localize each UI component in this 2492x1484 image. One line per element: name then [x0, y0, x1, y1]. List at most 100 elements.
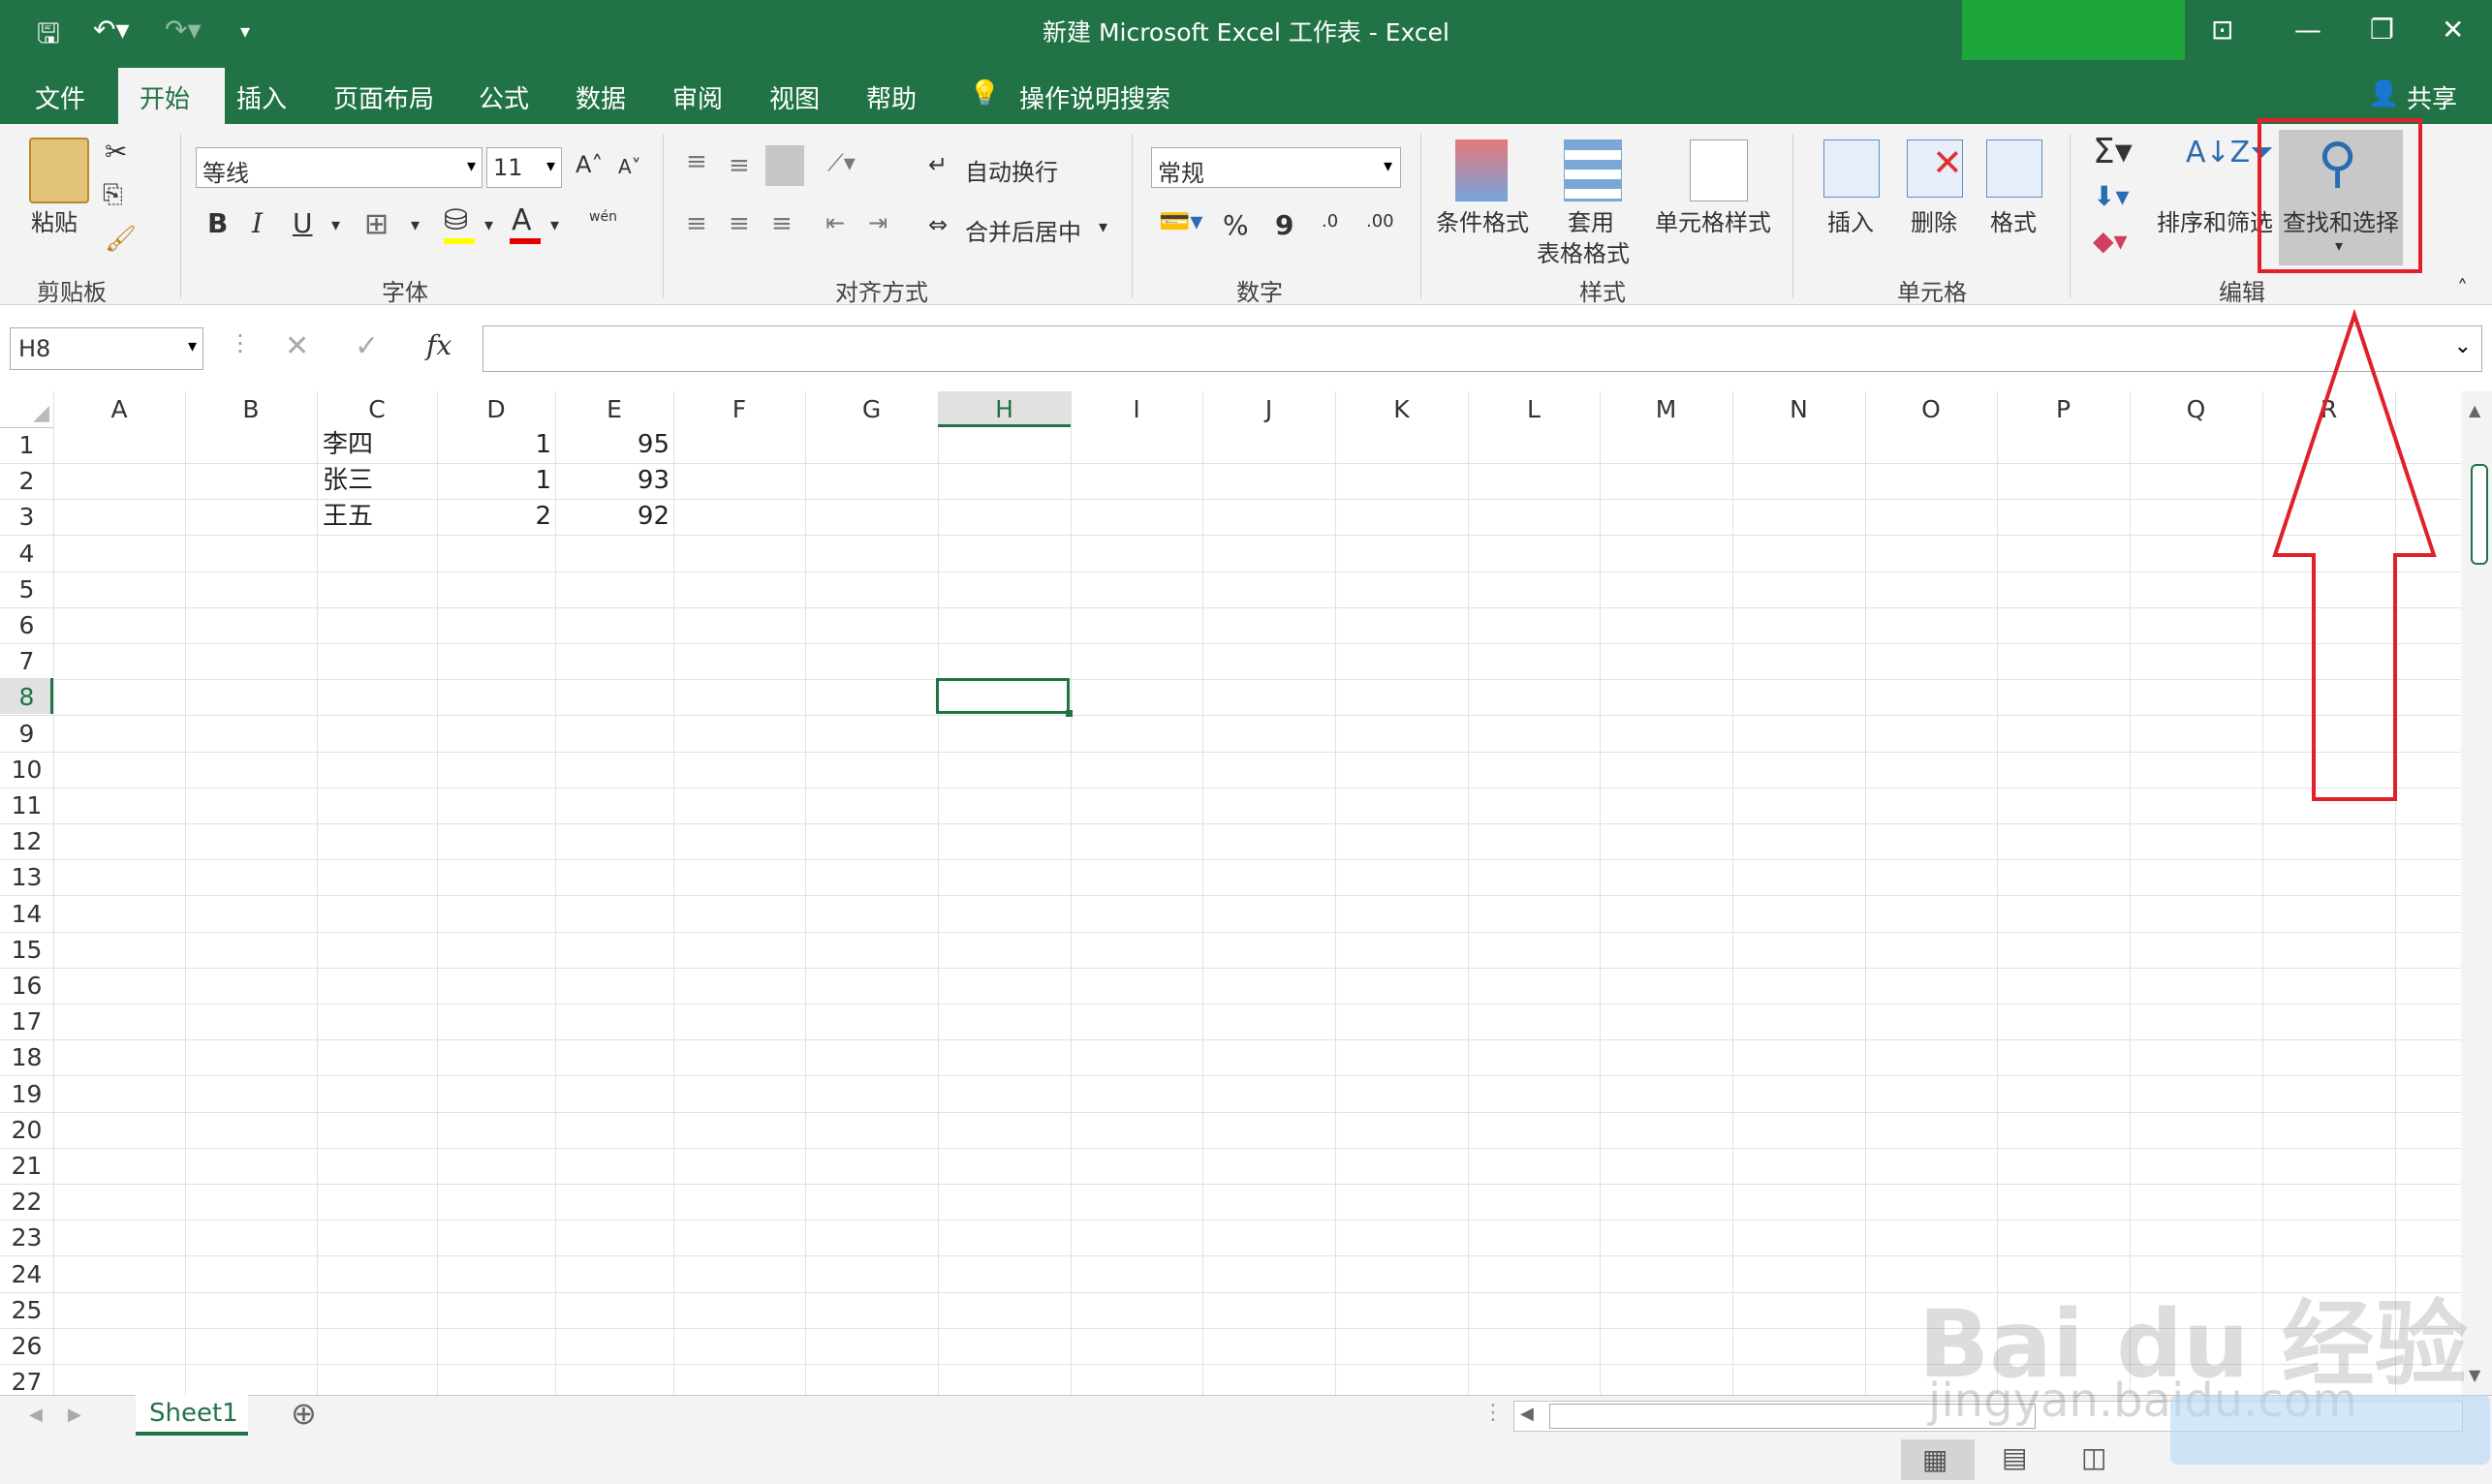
formula-input[interactable]: ⌄: [483, 325, 2482, 372]
paste-icon[interactable]: [29, 138, 89, 203]
row-header-25[interactable]: 25: [0, 1292, 53, 1328]
cell-c1[interactable]: 李四: [323, 427, 373, 463]
row-header-2[interactable]: 2: [0, 463, 53, 499]
chevron-down-icon[interactable]: ▾: [411, 215, 420, 235]
sheet-tab-sheet1[interactable]: Sheet1: [136, 1395, 248, 1436]
wrap-text-button[interactable]: 自动换行: [965, 153, 1058, 187]
shrink-font-icon[interactable]: A˅: [618, 155, 641, 178]
row-header-8[interactable]: 8: [0, 679, 53, 715]
row-header-23[interactable]: 23: [0, 1220, 53, 1255]
row-header-21[interactable]: 21: [0, 1148, 53, 1184]
tell-me-search[interactable]: 操作说明搜索: [1019, 79, 1170, 115]
autosum-icon[interactable]: Σ▾: [2093, 132, 2133, 171]
merge-center-button[interactable]: 合并后居中: [965, 213, 1081, 247]
column-header-a[interactable]: A: [53, 391, 185, 427]
cut-icon[interactable]: ✂: [105, 136, 127, 168]
normal-view-button[interactable]: ▦: [1901, 1439, 1975, 1480]
cell-c3[interactable]: 王五: [323, 499, 373, 535]
tab-insert[interactable]: 插入: [236, 79, 287, 115]
row-header-15[interactable]: 15: [0, 932, 53, 968]
scroll-sheets-left-icon[interactable]: ◀: [29, 1405, 43, 1425]
decrease-decimal-button[interactable]: .00: [1366, 211, 1394, 232]
column-header-q[interactable]: Q: [2130, 391, 2262, 427]
bold-button[interactable]: B: [207, 207, 228, 239]
increase-decimal-button[interactable]: .0: [1322, 211, 1338, 232]
scroll-up-icon[interactable]: ▲: [2469, 401, 2480, 419]
expand-formula-icon[interactable]: ⌄: [2454, 334, 2472, 358]
row-header-20[interactable]: 20: [0, 1112, 53, 1148]
insert-cells-button[interactable]: 插入: [1827, 203, 1874, 237]
fill-handle[interactable]: [1066, 710, 1073, 717]
accounting-format-icon[interactable]: 💳▾: [1159, 207, 1202, 236]
underline-button[interactable]: U: [293, 207, 313, 239]
restore-icon[interactable]: ❐: [2370, 14, 2394, 46]
insert-function-button[interactable]: fx: [426, 329, 452, 361]
align-right-icon[interactable]: ≡: [771, 209, 793, 238]
column-header-d[interactable]: D: [437, 391, 555, 427]
increase-indent-icon[interactable]: ⇥: [868, 209, 888, 236]
fill-color-icon[interactable]: ⛁: [444, 203, 468, 237]
conditional-formatting-button[interactable]: 条件格式: [1436, 203, 1529, 237]
tab-split-handle[interactable]: ⋮: [1482, 1401, 1504, 1425]
column-header-i[interactable]: I: [1071, 391, 1202, 427]
cell-e1[interactable]: 95: [555, 427, 670, 463]
align-top-icon[interactable]: ≡: [686, 147, 707, 176]
column-header-p[interactable]: P: [1997, 391, 2130, 427]
number-format-combobox[interactable]: 常规 ▾: [1151, 147, 1401, 188]
vertical-scrollbar[interactable]: ▲ ▼: [2461, 391, 2492, 1395]
chevron-down-icon[interactable]: ▾: [331, 215, 340, 235]
format-painter-icon[interactable]: 🖌: [105, 225, 137, 254]
row-header-1[interactable]: 1: [0, 427, 53, 463]
tab-home[interactable]: 开始: [140, 79, 190, 115]
cell-area[interactable]: [53, 427, 2461, 1396]
chevron-down-icon[interactable]: ▾: [1099, 217, 1107, 237]
column-header-j[interactable]: J: [1202, 391, 1335, 427]
row-header-17[interactable]: 17: [0, 1004, 53, 1039]
row-header-26[interactable]: 26: [0, 1328, 53, 1364]
scroll-down-icon[interactable]: ▼: [2469, 1366, 2480, 1384]
scroll-sheets-right-icon[interactable]: ▶: [68, 1405, 81, 1425]
column-header-o[interactable]: O: [1865, 391, 1997, 427]
row-header-12[interactable]: 12: [0, 823, 53, 859]
copy-icon[interactable]: ⎘: [103, 180, 123, 210]
format-as-table-line2[interactable]: 表格格式: [1537, 234, 1630, 268]
row-header-18[interactable]: 18: [0, 1039, 53, 1075]
align-center-icon[interactable]: ≡: [729, 209, 750, 238]
insert-cells-icon[interactable]: [1823, 139, 1880, 198]
format-cells-icon[interactable]: [1986, 139, 2042, 198]
column-header-l[interactable]: L: [1468, 391, 1600, 427]
row-header-5[interactable]: 5: [0, 572, 53, 607]
cancel-entry-icon[interactable]: ✕: [285, 329, 309, 363]
column-header-e[interactable]: E: [555, 391, 673, 427]
row-header-9[interactable]: 9: [0, 716, 53, 752]
row-header-6[interactable]: 6: [0, 607, 53, 643]
tab-view[interactable]: 视图: [769, 79, 820, 115]
column-header-h[interactable]: H: [938, 391, 1071, 427]
row-header-22[interactable]: 22: [0, 1184, 53, 1220]
ime-toolbar[interactable]: [2170, 1395, 2490, 1465]
column-header-k[interactable]: K: [1335, 391, 1468, 427]
minimize-icon[interactable]: —: [2294, 14, 2321, 46]
decrease-indent-icon[interactable]: ⇤: [825, 209, 845, 236]
row-header-10[interactable]: 10: [0, 752, 53, 788]
page-layout-view-icon[interactable]: ▤: [2002, 1441, 2027, 1473]
ribbon-display-icon[interactable]: ⊡: [2211, 14, 2233, 46]
format-cells-button[interactable]: 格式: [1990, 203, 2037, 237]
align-left-icon[interactable]: ≡: [686, 209, 707, 238]
row-header-16[interactable]: 16: [0, 968, 53, 1004]
font-size-combobox[interactable]: 11 ▾: [486, 147, 562, 188]
cell-e2[interactable]: 93: [555, 463, 670, 499]
format-as-table-line1[interactable]: 套用: [1568, 203, 1614, 237]
borders-icon[interactable]: ⊞: [364, 207, 389, 241]
orientation-icon[interactable]: ⟋▾: [827, 149, 856, 176]
row-header-14[interactable]: 14: [0, 896, 53, 932]
confirm-entry-icon[interactable]: ✓: [355, 329, 379, 363]
row-header-13[interactable]: 13: [0, 859, 53, 895]
tab-review[interactable]: 审阅: [672, 79, 723, 115]
column-header-n[interactable]: N: [1732, 391, 1865, 427]
clear-icon[interactable]: ◆▾: [2093, 225, 2128, 257]
tab-file[interactable]: 文件: [35, 79, 85, 115]
column-header-f[interactable]: F: [673, 391, 805, 427]
tab-formulas[interactable]: 公式: [479, 79, 529, 115]
align-bottom-icon[interactable]: [765, 145, 804, 186]
